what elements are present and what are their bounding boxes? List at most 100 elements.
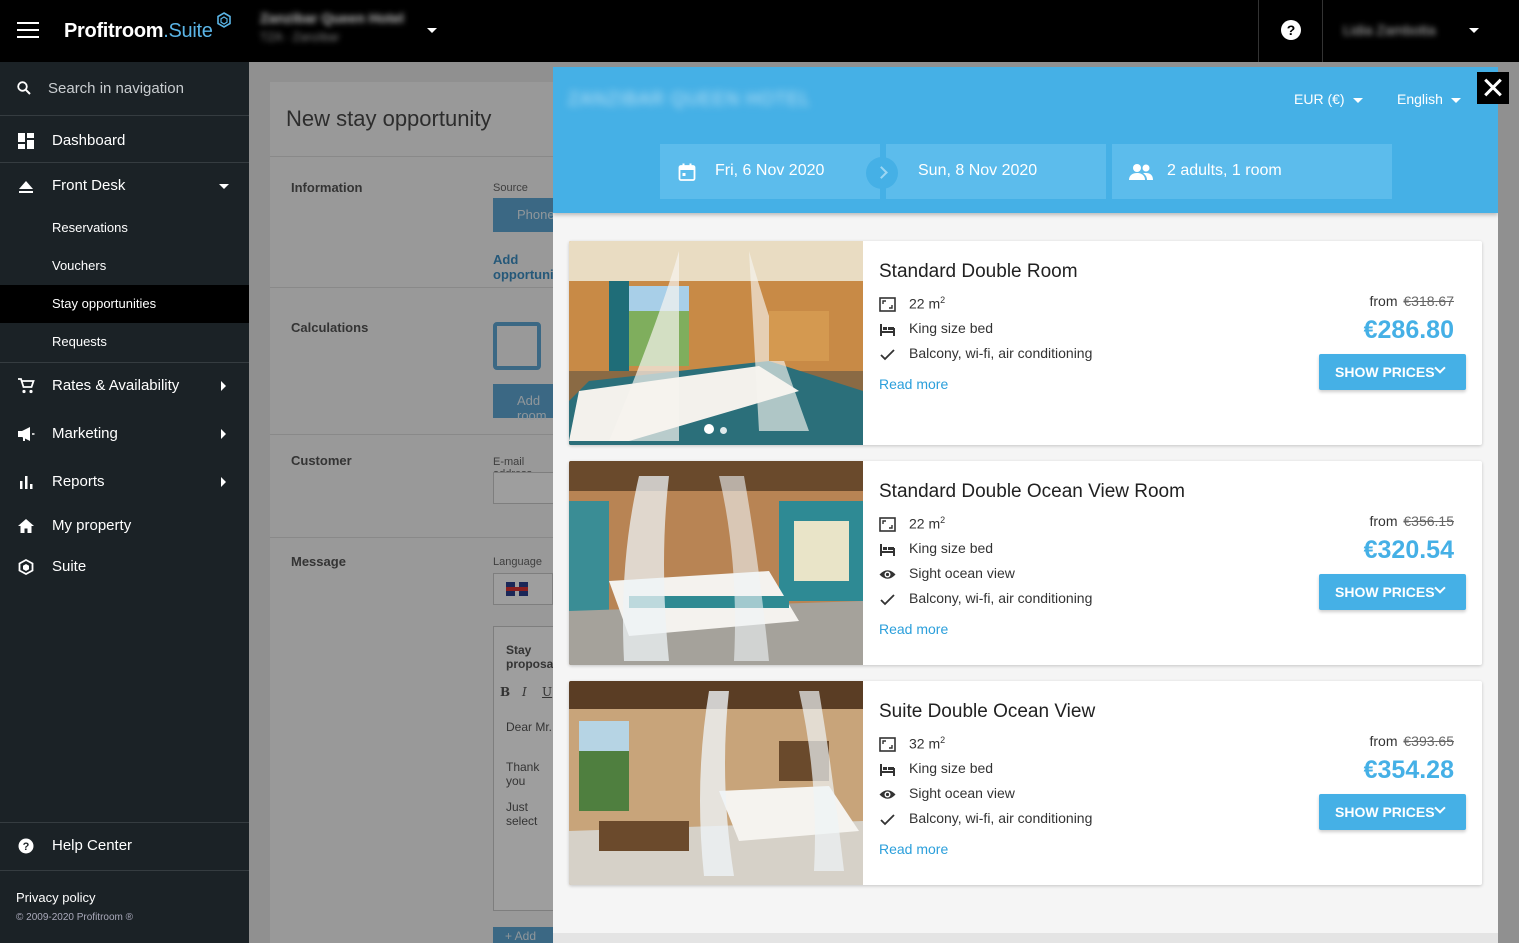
bed-icon <box>880 764 895 776</box>
brand-logo[interactable]: Profitroom.Suite <box>64 20 213 43</box>
chevron-down-icon[interactable] <box>427 28 437 33</box>
room-card: Standard Double Room 22 m2 King size bed… <box>569 241 1482 445</box>
sidebar-item-label: Marketing <box>52 425 118 442</box>
chevron-down-icon <box>1434 802 1446 814</box>
megaphone-icon <box>18 427 35 441</box>
room-price: €354.28 <box>1363 756 1454 784</box>
sidebar-item-front-desk[interactable]: Front Desk <box>0 164 249 208</box>
chevron-right-icon <box>866 157 898 189</box>
show-prices-button[interactable]: SHOW PRICES <box>1319 574 1466 610</box>
sidebar-item-my-property[interactable]: My property <box>0 504 249 548</box>
carousel-dots[interactable] <box>704 421 733 439</box>
svg-text:?: ? <box>23 841 30 853</box>
sidebar: Search in navigation Dashboard Front Des… <box>0 62 249 943</box>
hotel-name: ZANZIBAR QUEEN HOTEL <box>568 89 812 109</box>
chevron-right-icon <box>221 429 226 439</box>
brand-cube-icon <box>217 12 231 28</box>
chevron-right-icon <box>221 381 226 391</box>
chevron-down-icon <box>1434 362 1446 374</box>
help-icon[interactable]: ? <box>1281 20 1301 40</box>
check-icon <box>880 814 895 826</box>
price-from: from €318.67 <box>1369 293 1455 309</box>
chevron-right-icon <box>221 477 226 487</box>
show-prices-button[interactable]: SHOW PRICES <box>1319 354 1466 390</box>
divider <box>0 362 249 363</box>
room-name: Standard Double Room <box>879 261 1078 282</box>
bed-icon <box>880 324 895 336</box>
eject-icon <box>19 181 33 193</box>
modal-header: ZANZIBAR QUEEN HOTEL EUR (€) English Fri… <box>553 67 1498 213</box>
guests-selector[interactable]: 2 adults, 1 room <box>1112 144 1392 199</box>
sidebar-item-dashboard[interactable]: Dashboard <box>0 119 249 163</box>
divider <box>0 870 249 871</box>
sidebar-item-help-center[interactable]: ? Help Center <box>0 824 249 868</box>
chevron-down-icon[interactable] <box>1469 28 1479 33</box>
user-menu[interactable]: Lidia Zambotta <box>1343 22 1436 38</box>
checkout-date[interactable]: Sun, 8 Nov 2020 <box>886 144 1106 199</box>
sidebar-item-suite[interactable]: Suite <box>0 545 249 589</box>
area-icon <box>879 737 896 752</box>
guests-text: 2 adults, 1 room <box>1167 162 1282 179</box>
room-name: Suite Double Ocean View <box>879 701 1096 722</box>
bed-icon <box>880 544 895 556</box>
menu-icon[interactable] <box>17 22 39 40</box>
room-photo[interactable] <box>569 681 863 885</box>
search-input[interactable]: Search in navigation <box>48 80 184 97</box>
sidebar-item-label: Vouchers <box>52 258 107 273</box>
hotel-selector[interactable]: Zanzibar Queen Hotel TZA · Zanzibar <box>260 10 404 44</box>
suite-logo-icon <box>18 559 34 575</box>
sidebar-item-label: Rates & Availability <box>52 377 180 394</box>
room-name: Standard Double Ocean View Room <box>879 481 1185 502</box>
show-prices-button[interactable]: SHOW PRICES <box>1319 794 1466 830</box>
modal-footer <box>553 933 1498 943</box>
room-photo[interactable] <box>569 461 863 665</box>
sidebar-item-label: Suite <box>52 558 87 575</box>
sidebar-item-label: Reservations <box>52 220 128 235</box>
price-from: from €356.15 <box>1369 513 1455 529</box>
sidebar-item-stay-opportunities[interactable]: Stay opportunities <box>0 285 249 323</box>
chevron-down-icon <box>219 184 229 189</box>
hotel-location: TZA · Zanzibar <box>260 30 340 44</box>
people-icon <box>1129 164 1153 180</box>
read-more-link[interactable]: Read more <box>879 841 948 857</box>
chevron-down-icon <box>1352 97 1363 103</box>
home-icon <box>18 519 34 533</box>
sidebar-item-marketing[interactable]: Marketing <box>0 412 249 456</box>
check-icon <box>880 349 895 361</box>
eye-icon <box>879 570 896 579</box>
divider <box>1322 0 1323 62</box>
sidebar-item-label: Dashboard <box>52 132 126 149</box>
sidebar-item-label: Requests <box>52 334 107 349</box>
read-more-link[interactable]: Read more <box>879 376 948 392</box>
sidebar-item-label: My property <box>52 517 132 534</box>
sidebar-item-rates-availability[interactable]: Rates & Availability <box>0 364 249 408</box>
top-bar: Profitroom.Suite Zanzibar Queen Hotel TZ… <box>0 0 1519 62</box>
nav-search[interactable]: Search in navigation <box>0 62 249 116</box>
privacy-policy-link[interactable]: Privacy policy <box>16 890 95 905</box>
divider <box>0 822 249 823</box>
sidebar-item-label: Stay opportunities <box>52 296 157 311</box>
chevron-down-icon <box>1434 582 1446 594</box>
divider <box>0 162 249 163</box>
sidebar-item-reservations[interactable]: Reservations <box>0 209 249 247</box>
checkout-text: Sun, 8 Nov 2020 <box>918 162 1038 179</box>
sidebar-item-reports[interactable]: Reports <box>0 460 249 504</box>
sidebar-item-vouchers[interactable]: Vouchers <box>0 247 249 285</box>
area-icon <box>879 517 896 532</box>
divider <box>1258 0 1259 62</box>
room-card: Standard Double Ocean View Room 22 m2 Ki… <box>569 461 1482 665</box>
room-photo[interactable] <box>569 241 863 445</box>
checkin-date[interactable]: Fri, 6 Nov 2020 <box>660 144 880 199</box>
calendar-icon <box>678 163 696 181</box>
sidebar-item-requests[interactable]: Requests <box>0 323 249 361</box>
currency-select[interactable]: EUR (€) <box>1294 91 1363 107</box>
dashboard-icon <box>18 133 34 149</box>
check-icon <box>880 594 895 606</box>
sidebar-item-label: Front Desk <box>52 177 126 194</box>
room-price: €286.80 <box>1363 316 1454 344</box>
chevron-down-icon <box>1450 97 1461 103</box>
cart-icon <box>18 378 35 394</box>
close-icon[interactable] <box>1477 72 1509 104</box>
read-more-link[interactable]: Read more <box>879 621 948 637</box>
language-select[interactable]: English <box>1397 91 1461 107</box>
